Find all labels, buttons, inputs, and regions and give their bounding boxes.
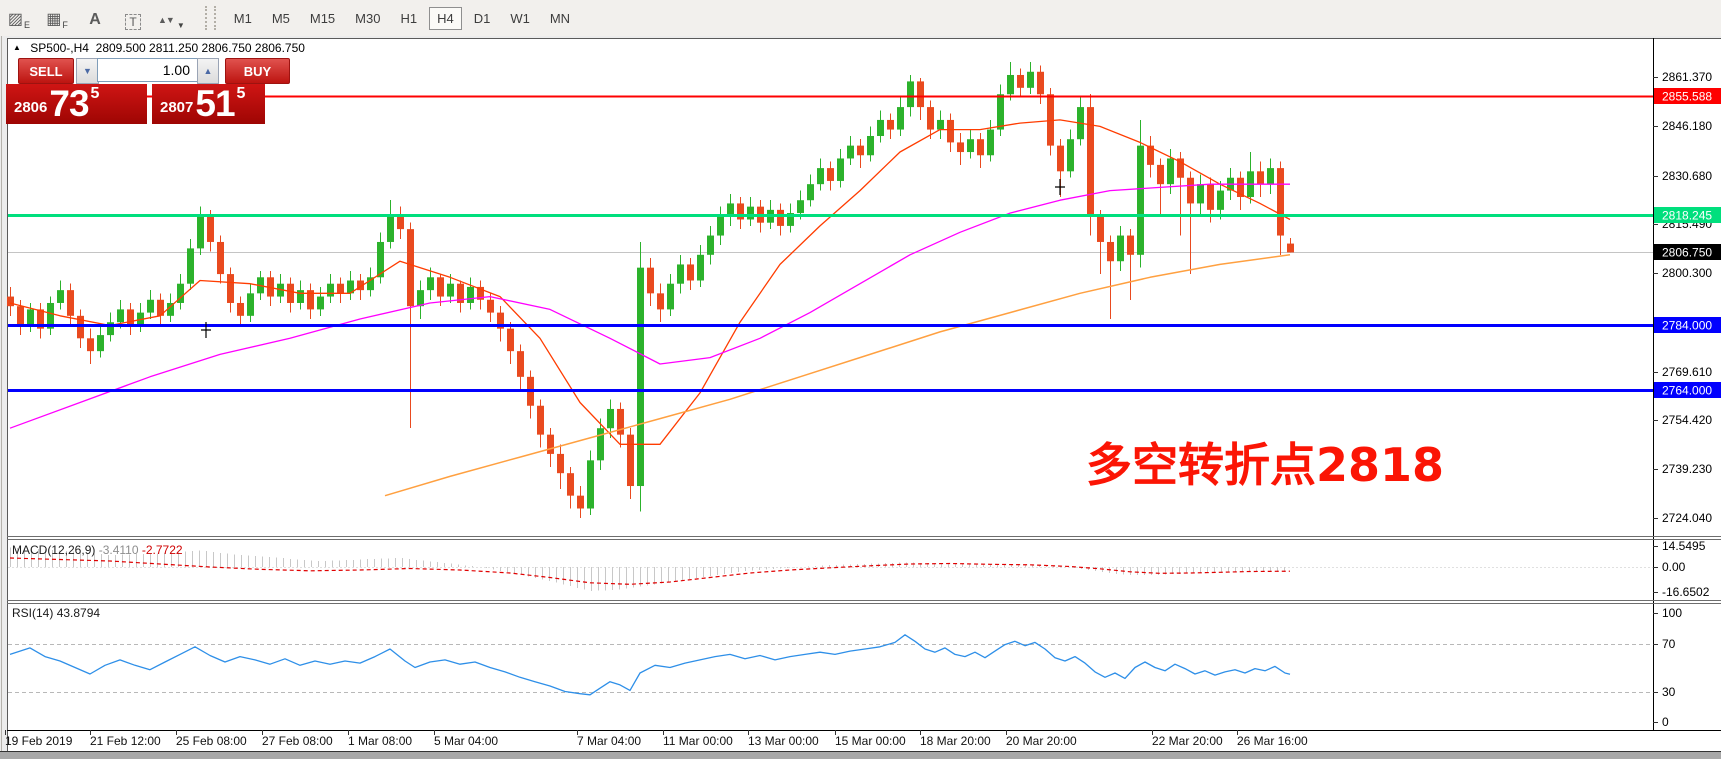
svg-text:100: 100 <box>1662 606 1682 620</box>
buy-quote-panel[interactable]: 2807 51 5 <box>152 84 265 124</box>
macd-label: MACD(12,26,9) -3.4110 -2.7722 <box>12 543 183 557</box>
sell-price-big: 73 <box>49 89 88 119</box>
svg-text:2800.300: 2800.300 <box>1662 266 1712 280</box>
svg-text:11 Mar 00:00: 11 Mar 00:00 <box>663 734 733 748</box>
svg-text:25 Feb 08:00: 25 Feb 08:00 <box>176 734 247 748</box>
svg-text:2846.180: 2846.180 <box>1662 119 1712 133</box>
svg-text:13 Mar 00:00: 13 Mar 00:00 <box>748 734 819 748</box>
rsi-label: RSI(14) 43.8794 <box>12 606 100 620</box>
price-axis: 2861.3702846.1802830.6802815.4902800.300… <box>1653 70 1721 525</box>
svg-text:2784.000: 2784.000 <box>1662 319 1712 333</box>
svg-text:2855.588: 2855.588 <box>1662 90 1712 104</box>
svg-text:2764.000: 2764.000 <box>1662 384 1712 398</box>
svg-text:2861.370: 2861.370 <box>1662 70 1712 84</box>
svg-text:2724.040: 2724.040 <box>1662 511 1712 525</box>
svg-text:21 Feb 12:00: 21 Feb 12:00 <box>90 734 161 748</box>
mt4-window: ▨E ▦F A T ▲▼▼ M1 M5 M15 M30 H1 H4 D1 W1 … <box>0 0 1721 759</box>
svg-text:2739.230: 2739.230 <box>1662 462 1712 476</box>
macd-indicator <box>8 548 1653 591</box>
sell-button[interactable]: SELL <box>18 58 74 84</box>
sell-quote-panel[interactable]: 2806 73 5 <box>6 84 147 124</box>
macd-signal-value: -2.7722 <box>142 543 183 557</box>
svg-text:0: 0 <box>1662 715 1669 729</box>
svg-text:30: 30 <box>1662 685 1676 699</box>
svg-text:-16.6502: -16.6502 <box>1662 585 1710 599</box>
indicator-axes: 14.5495 0.00 -16.6502 100 70 30 0 <box>1653 539 1710 729</box>
volume-input[interactable]: 1.00 <box>97 58 199 82</box>
ohlc-values: 2809.500 2811.250 2806.750 2806.750 <box>96 41 305 55</box>
svg-text:22 Mar 20:00: 22 Mar 20:00 <box>1152 734 1223 748</box>
rsi-value: 43.8794 <box>57 606 100 620</box>
svg-text:2830.680: 2830.680 <box>1662 169 1712 183</box>
date-axis: 19 Feb 2019 21 Feb 12:00 25 Feb 08:00 27 Fe… <box>5 730 1308 748</box>
svg-text:27 Feb 08:00: 27 Feb 08:00 <box>262 734 333 748</box>
svg-text:15 Mar 00:00: 15 Mar 00:00 <box>835 734 906 748</box>
trade-markers <box>201 179 1065 338</box>
svg-text:18 Mar 20:00: 18 Mar 20:00 <box>920 734 991 748</box>
svg-text:2754.420: 2754.420 <box>1662 413 1712 427</box>
rsi-indicator <box>10 635 1290 695</box>
sell-price-main: 2806 <box>14 99 47 116</box>
svg-text:7 Mar 04:00: 7 Mar 04:00 <box>577 734 641 748</box>
svg-text:70: 70 <box>1662 637 1676 651</box>
volume-down-button[interactable]: ▼ <box>76 58 99 84</box>
svg-text:26 Mar 16:00: 26 Mar 16:00 <box>1237 734 1308 748</box>
rsi-levels <box>8 645 1653 693</box>
svg-text:19 Feb 2019: 19 Feb 2019 <box>5 734 73 748</box>
buy-price-main: 2807 <box>160 99 193 116</box>
buy-price-sup: 5 <box>237 85 246 103</box>
svg-text:0.00: 0.00 <box>1662 560 1686 574</box>
svg-text:20 Mar 20:00: 20 Mar 20:00 <box>1006 734 1077 748</box>
buy-button[interactable]: BUY <box>225 58 290 84</box>
sell-price-sup: 5 <box>91 85 100 103</box>
chart-annotation-text: 多空转折点2818 <box>1086 429 1444 495</box>
chart-title: ▲ SP500-,H4 2809.500 2811.250 2806.750 2… <box>13 41 305 55</box>
svg-text:14.5495: 14.5495 <box>1662 539 1706 553</box>
macd-main-value: -3.4110 <box>99 543 139 557</box>
svg-text:2769.610: 2769.610 <box>1662 365 1712 379</box>
symbol-timeframe: SP500-,H4 <box>30 41 89 55</box>
volume-up-button[interactable]: ▲ <box>197 58 219 84</box>
collapse-triangle-icon[interactable]: ▲ <box>13 43 21 52</box>
buy-price-big: 51 <box>195 89 234 119</box>
svg-text:5 Mar 04:00: 5 Mar 04:00 <box>434 734 498 748</box>
svg-text:2806.750: 2806.750 <box>1662 246 1712 260</box>
svg-text:2818.245: 2818.245 <box>1662 209 1712 223</box>
svg-text:1 Mar 08:00: 1 Mar 08:00 <box>348 734 412 748</box>
